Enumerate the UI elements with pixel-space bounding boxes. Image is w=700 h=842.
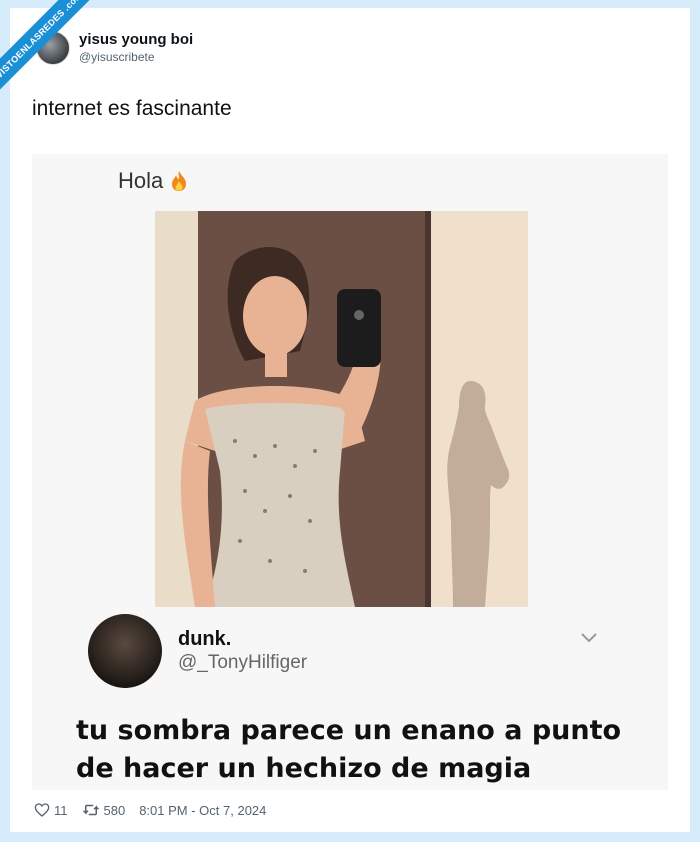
tweet-card: yisus young boi @yisuscribete internet e… (10, 8, 690, 832)
chevron-down-icon[interactable] (580, 632, 598, 644)
shadow-silhouette (447, 381, 510, 607)
tweet-footer: 11 580 8:01 PM - Oct 7, 2024 (34, 802, 266, 818)
heart-icon[interactable] (34, 802, 50, 818)
media-caption: Hola (118, 168, 189, 194)
media-caption-text: Hola (118, 168, 164, 193)
reply-text: tu sombra parece un enano a punto de hac… (76, 715, 622, 784)
reply-names: dunk. @_TonyHilfiger (178, 627, 307, 675)
watermark-ribbon: VISTOENLASREDES .com (0, 0, 112, 114)
reply-header: dunk. @_TonyHilfiger (88, 614, 307, 688)
tweet-timestamp[interactable]: 8:01 PM - Oct 7, 2024 (139, 803, 266, 818)
watermark-text: VISTOENLASREDES .com (0, 0, 107, 103)
tweet-media[interactable]: Hola dunk. @_TonyHilfiger tu sombra pare… (32, 154, 668, 790)
selfie-photo (155, 211, 528, 607)
retweet-icon[interactable] (82, 802, 100, 818)
fire-icon (169, 170, 189, 192)
reply-handle[interactable]: @_TonyHilfiger (178, 651, 307, 675)
retweet-count: 580 (103, 802, 126, 818)
woman-figure (180, 247, 381, 607)
like-count: 11 (54, 802, 68, 818)
reply-display-name[interactable]: dunk. (178, 627, 307, 651)
reply-avatar[interactable] (88, 614, 162, 688)
